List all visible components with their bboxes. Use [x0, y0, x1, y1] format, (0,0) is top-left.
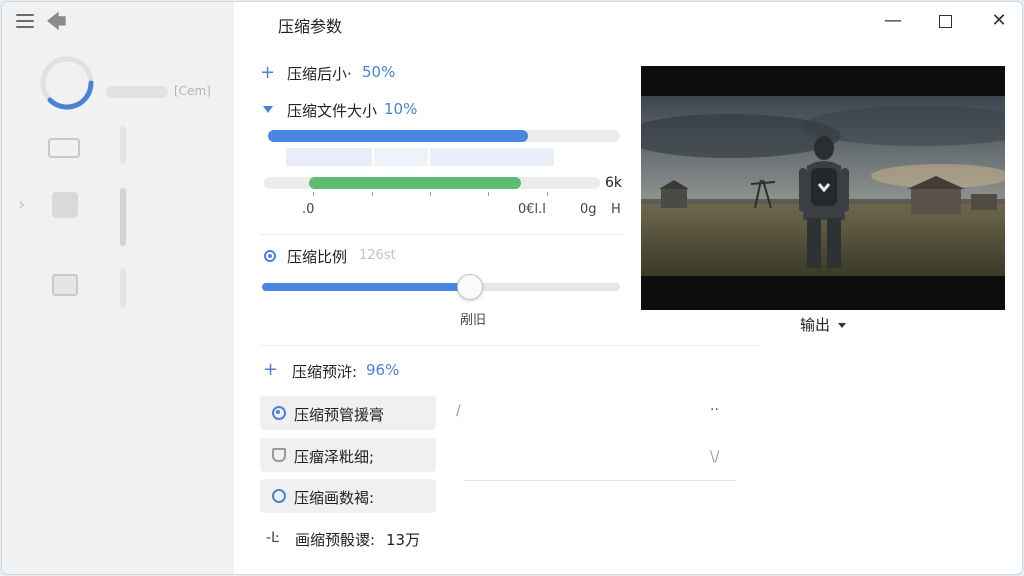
app-window: 🡄 [Cem] › 压缩参数 — ✕ + 压缩后小· 50% 压缩文件大小 10… [1, 1, 1023, 575]
preset-option-label: 压缩画数褐: [294, 489, 375, 507]
preset-option[interactable]: 压缩预管援膏 [260, 396, 436, 430]
ghost-segment [430, 148, 554, 166]
minimize-button[interactable]: — [878, 10, 908, 34]
chevron-down-icon[interactable]: \/ [710, 449, 719, 465]
ratio-slider-thumb[interactable] [456, 274, 483, 300]
file-size-progress-fill [268, 130, 529, 142]
chevron-right-icon[interactable]: › [18, 194, 25, 215]
folder-icon[interactable] [52, 192, 78, 218]
range-max-label: 6k [605, 175, 623, 191]
size-after-label: 压缩后小· [287, 65, 352, 83]
ghost-segment [374, 148, 428, 166]
sidebar-scroll-hint-2 [120, 268, 126, 308]
footer-label: 画缩预骰谡: [295, 531, 376, 549]
card-icon[interactable] [48, 138, 80, 158]
ratio-value: 126st [359, 248, 396, 263]
progress-ring-icon [40, 56, 94, 110]
radio-selected-icon [272, 406, 286, 420]
collapse-triangle-icon[interactable] [263, 106, 273, 113]
footer-value: 13万 [386, 531, 421, 549]
divider [464, 480, 736, 481]
window-title: 压缩参数 [278, 17, 343, 36]
output-label: 输出 [800, 316, 831, 334]
axis-label-mid: 0€l.l [518, 202, 546, 217]
axis-label-left: .0 [302, 202, 315, 217]
shield-icon [272, 448, 286, 462]
preset-option-label: 压缩预管援膏 [294, 406, 385, 424]
divider [260, 234, 622, 235]
ratio-slider-caption: 剐旧 [460, 313, 487, 328]
video-frame [641, 96, 1005, 276]
range-slider-fill[interactable] [309, 177, 522, 189]
footer-prefix: -Ŀ [266, 530, 279, 546]
axis-tick [313, 192, 314, 196]
divider [260, 345, 760, 346]
preset-label: 压缩预浒: [292, 363, 358, 381]
range-slider-track[interactable] [264, 177, 600, 189]
plus-icon[interactable]: + [260, 64, 275, 82]
option-indicator: / [456, 403, 461, 419]
size-after-value: 50% [362, 63, 396, 81]
ghost-segment [286, 148, 372, 166]
axis-label-right-a: 0g [580, 202, 597, 217]
preset-value: 96% [366, 361, 400, 379]
axis-tick [488, 192, 489, 196]
ratio-slider-fill[interactable] [262, 283, 470, 291]
video-preview[interactable] [641, 66, 1005, 310]
axis-tick [547, 192, 548, 196]
sidebar-scrollbar[interactable] [120, 188, 126, 246]
menu-icon[interactable] [16, 14, 34, 28]
output-dropdown[interactable]: 输出 [800, 314, 847, 335]
option-menu-icon[interactable]: ·· [710, 402, 719, 418]
maximize-button[interactable] [930, 10, 960, 34]
sidebar-tag: [Cem] [174, 84, 211, 98]
axis-label-right-b: H [611, 202, 621, 217]
preset-option-label: 压瘤泽粃细; [294, 448, 375, 466]
preset-option[interactable]: 压瘤泽粃细; [260, 438, 436, 472]
sidebar-scroll-hint [120, 126, 126, 164]
plus-icon[interactable]: + [263, 361, 278, 379]
sidebar: 🡄 [Cem] › [2, 2, 234, 574]
radio-empty-icon [272, 489, 286, 503]
back-arrow-icon[interactable]: 🡄 [46, 10, 67, 32]
ratio-label: 压缩比例 [287, 248, 348, 266]
ratio-slider-track[interactable] [262, 283, 620, 291]
file-size-label: 压缩文件大小 [287, 102, 378, 120]
sidebar-pill [106, 86, 168, 98]
ratio-radio[interactable] [264, 250, 276, 262]
caret-down-icon [838, 323, 847, 328]
close-button[interactable]: ✕ [984, 10, 1014, 34]
axis-tick [430, 192, 431, 196]
file-size-progress-track [268, 130, 620, 142]
location-badge-icon[interactable] [52, 274, 78, 296]
preset-option[interactable]: 压缩画数褐: [260, 479, 436, 513]
file-size-value: 10% [384, 100, 418, 118]
axis-tick [372, 192, 373, 196]
